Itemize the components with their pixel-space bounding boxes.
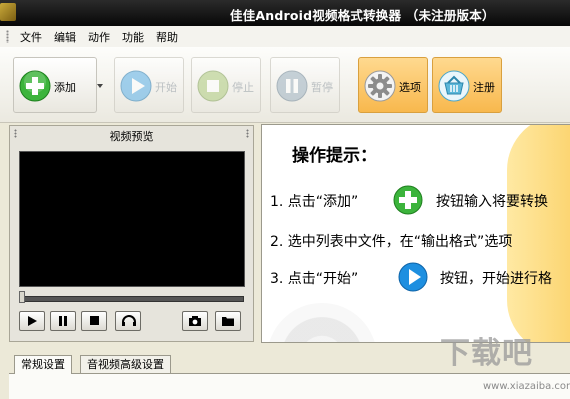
stop-icon bbox=[90, 316, 99, 325]
play-icon bbox=[398, 262, 428, 292]
pause-icon bbox=[59, 316, 67, 326]
menu-edit[interactable]: 编辑 bbox=[54, 29, 76, 45]
video-preview-title: 视频预览 bbox=[109, 130, 154, 143]
start-button[interactable]: 开始 bbox=[114, 57, 184, 113]
basket-icon bbox=[438, 70, 470, 102]
stop-control-button[interactable] bbox=[81, 311, 107, 331]
tip-line-1: 1. 点击“添加” bbox=[270, 191, 358, 211]
watermark-url: www.xiazaiba.com bbox=[483, 381, 570, 392]
folder-icon bbox=[222, 317, 234, 326]
headphones-icon bbox=[122, 315, 136, 326]
video-screen bbox=[19, 151, 245, 287]
menu-help[interactable]: 帮助 bbox=[156, 29, 178, 45]
pause-control-button[interactable] bbox=[50, 311, 76, 331]
toolbar: 添加 开始 停止 暂停 选项 注册 bbox=[0, 47, 570, 123]
pause-button-label: 暂停 bbox=[311, 81, 333, 94]
menu-function[interactable]: 功能 bbox=[122, 29, 144, 45]
film-reel-decor bbox=[267, 303, 377, 342]
pause-icon bbox=[276, 70, 308, 102]
plus-icon bbox=[19, 70, 51, 102]
watermark-logo: 下载吧 bbox=[440, 336, 533, 371]
tip-line-1-text-b: 按钮输入将要转换 bbox=[436, 194, 548, 210]
tip-line-3-text-b: 按钮，开始进行格 bbox=[440, 271, 552, 287]
options-button-label: 选项 bbox=[399, 81, 421, 94]
tips-title: 操作提示： bbox=[292, 146, 377, 166]
app-icon bbox=[0, 3, 16, 21]
tips-panel: 操作提示： 1. 点击“添加” 按钮输入将要转换 2. 选中列表中文件，在“输出… bbox=[261, 124, 570, 343]
window-title: 佳佳Android视频格式转换器 （未注册版本） bbox=[230, 8, 495, 23]
options-button[interactable]: 选项 bbox=[358, 57, 428, 113]
menu-grip-icon bbox=[6, 30, 9, 43]
plus-icon bbox=[393, 185, 423, 215]
tip-line-2: 2. 选中列表中文件，在“输出格式”选项 bbox=[270, 234, 513, 250]
register-button[interactable]: 注册 bbox=[432, 57, 502, 113]
volume-control-button[interactable] bbox=[115, 311, 141, 331]
tip-line-3: 3. 点击“开始” bbox=[270, 268, 358, 288]
play-icon bbox=[28, 316, 37, 326]
play-control-button[interactable] bbox=[19, 311, 45, 331]
stop-icon bbox=[197, 70, 229, 102]
stop-button-label: 停止 bbox=[232, 81, 254, 94]
tip-line-1-text-a: 1. 点击“添加” bbox=[270, 194, 359, 210]
register-button-label: 注册 bbox=[473, 81, 495, 94]
menu-bar: 文件 编辑 动作 功能 帮助 bbox=[0, 26, 570, 48]
start-button-label: 开始 bbox=[155, 81, 177, 94]
title-bar: 佳佳Android视频格式转换器 （未注册版本） bbox=[0, 0, 570, 26]
gear-icon bbox=[364, 70, 396, 102]
camera-icon bbox=[189, 316, 201, 326]
tab-general-settings[interactable]: 常规设置 bbox=[14, 355, 72, 374]
pause-button[interactable]: 暂停 bbox=[270, 57, 340, 113]
menu-file[interactable]: 文件 bbox=[20, 29, 42, 45]
stop-button[interactable]: 停止 bbox=[191, 57, 261, 113]
video-preview-panel: 视频预览 bbox=[9, 125, 254, 342]
open-folder-button[interactable] bbox=[215, 311, 241, 331]
decor-background bbox=[507, 125, 570, 342]
add-button[interactable]: 添加 bbox=[13, 57, 103, 113]
play-icon bbox=[120, 70, 152, 102]
snapshot-button[interactable] bbox=[182, 311, 208, 331]
chevron-down-icon bbox=[97, 84, 103, 88]
seek-bar[interactable] bbox=[20, 296, 244, 302]
seek-thumb[interactable] bbox=[19, 291, 25, 303]
menu-action[interactable]: 动作 bbox=[88, 29, 110, 45]
tab-av-advanced-settings[interactable]: 音视频高级设置 bbox=[80, 355, 171, 373]
tip-line-3-text-a: 3. 点击“开始” bbox=[270, 271, 359, 287]
add-button-label: 添加 bbox=[54, 81, 76, 94]
